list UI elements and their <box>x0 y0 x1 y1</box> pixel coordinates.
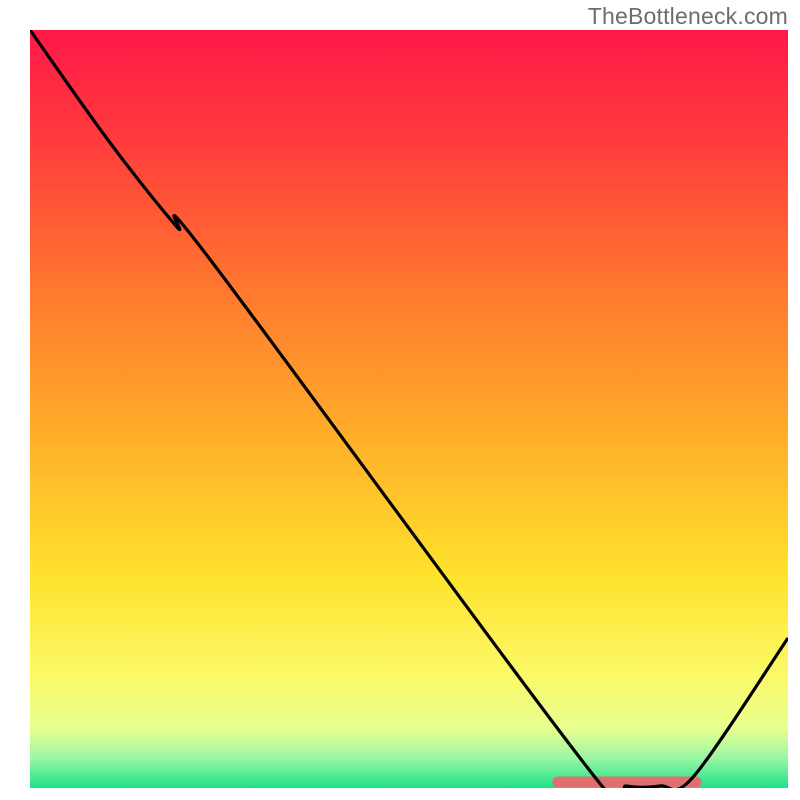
watermark-text: TheBottleneck.com <box>588 3 788 30</box>
gradient-background <box>30 30 788 788</box>
chart-container: { "watermark": { "text": "TheBottleneck.… <box>0 0 800 800</box>
plot-svg <box>0 0 800 800</box>
